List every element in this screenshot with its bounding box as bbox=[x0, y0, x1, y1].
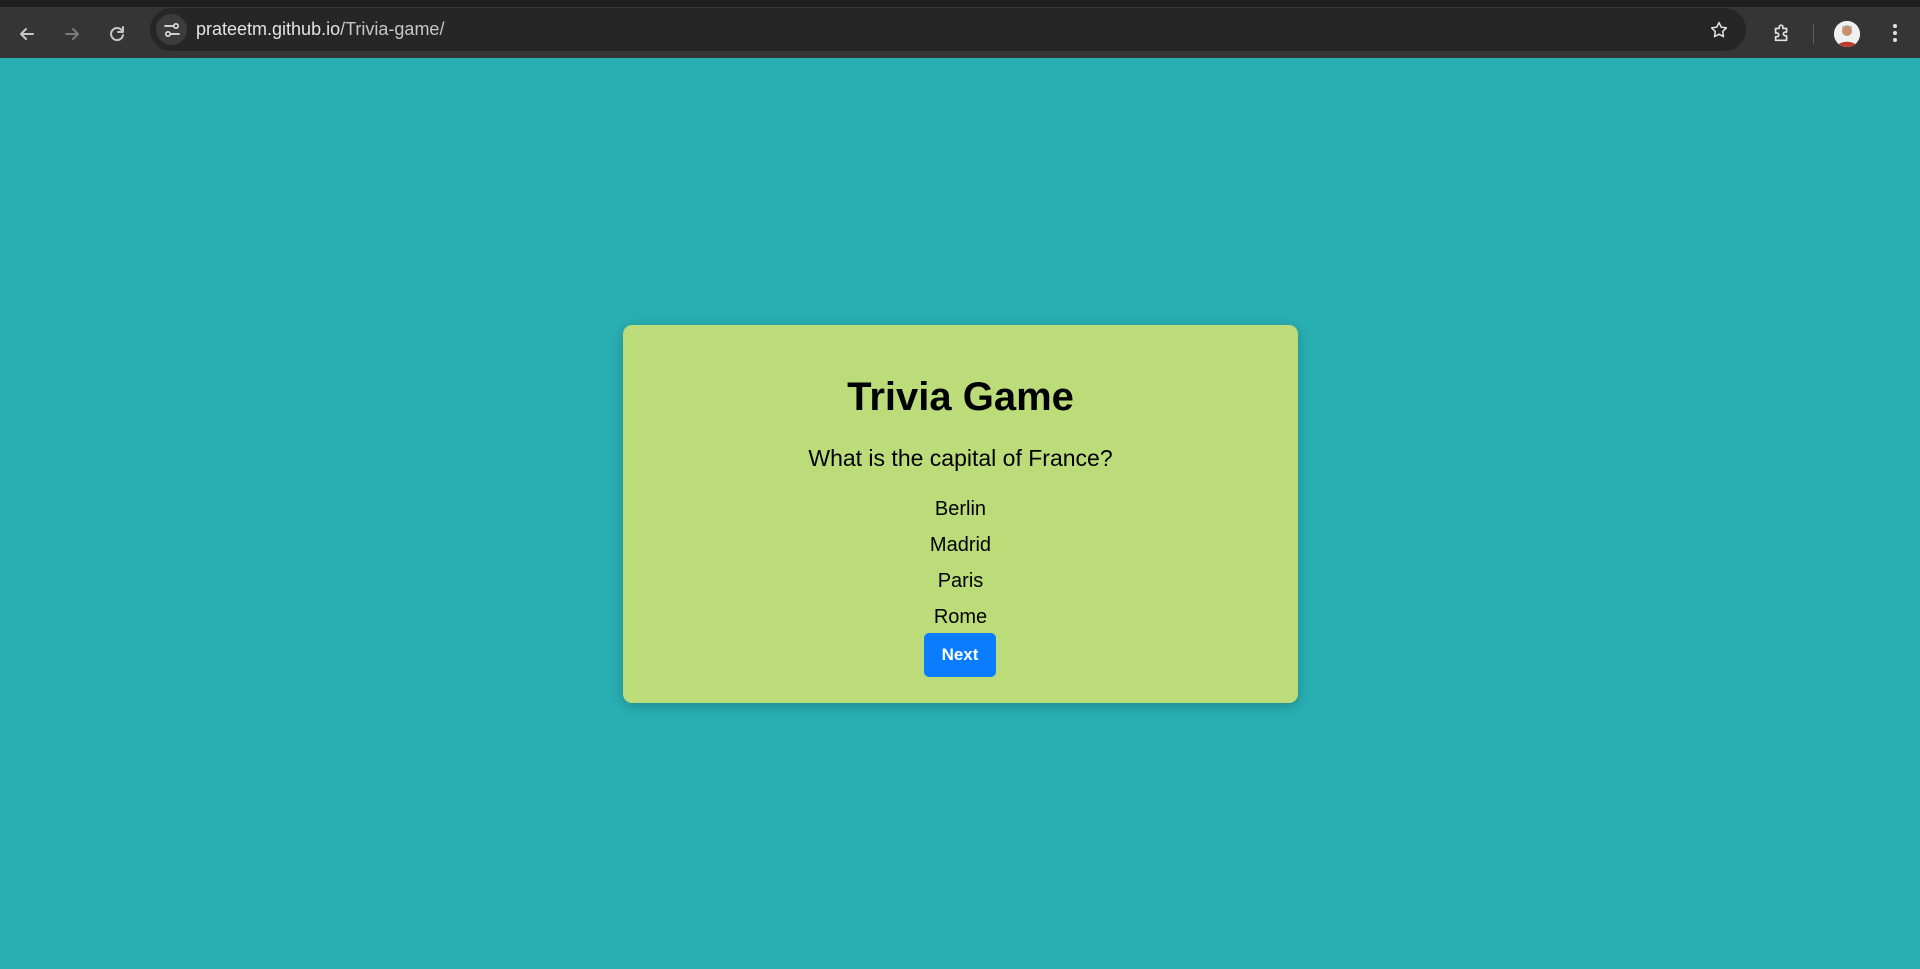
arrow-left-icon bbox=[20, 28, 34, 40]
toolbar-divider bbox=[1813, 24, 1814, 44]
site-info-button[interactable] bbox=[156, 14, 187, 45]
arrow-right-icon bbox=[65, 28, 79, 40]
browser-toolbar: prateetm.github.io/Trivia-game/ bbox=[0, 0, 1920, 58]
avatar[interactable] bbox=[1834, 21, 1860, 47]
answer-options: Berlin Madrid Paris Rome bbox=[623, 491, 1298, 635]
trivia-card: Trivia Game What is the capital of Franc… bbox=[623, 325, 1298, 703]
tune-icon bbox=[163, 22, 180, 37]
bookmark-button[interactable] bbox=[1706, 17, 1732, 43]
answer-option-madrid[interactable]: Madrid bbox=[623, 527, 1298, 563]
answer-option-rome[interactable]: Rome bbox=[623, 599, 1298, 635]
forward-button[interactable] bbox=[54, 16, 90, 52]
question-text: What is the capital of France? bbox=[808, 445, 1113, 471]
page-title: Trivia Game bbox=[847, 375, 1074, 419]
menu-button[interactable] bbox=[1880, 18, 1910, 48]
address-bar[interactable]: prateetm.github.io/Trivia-game/ bbox=[150, 8, 1746, 51]
toolbar-background: prateetm.github.io/Trivia-game/ bbox=[0, 7, 1920, 58]
answer-option-paris[interactable]: Paris bbox=[623, 563, 1298, 599]
url-path: /Trivia-game/ bbox=[340, 19, 445, 39]
next-button[interactable]: Next bbox=[924, 633, 996, 677]
back-button[interactable] bbox=[9, 16, 45, 52]
extensions-button[interactable] bbox=[1765, 16, 1799, 50]
answer-option-berlin[interactable]: Berlin bbox=[623, 491, 1298, 527]
url-text[interactable]: prateetm.github.io/Trivia-game/ bbox=[196, 19, 444, 40]
reload-button[interactable] bbox=[99, 16, 135, 52]
reload-icon bbox=[110, 26, 124, 42]
kebab-menu-icon bbox=[1893, 24, 1897, 42]
star-icon bbox=[1710, 21, 1728, 38]
puzzle-icon bbox=[1774, 24, 1788, 42]
url-host: prateetm.github.io bbox=[196, 19, 341, 39]
profile-picture bbox=[1834, 21, 1860, 47]
